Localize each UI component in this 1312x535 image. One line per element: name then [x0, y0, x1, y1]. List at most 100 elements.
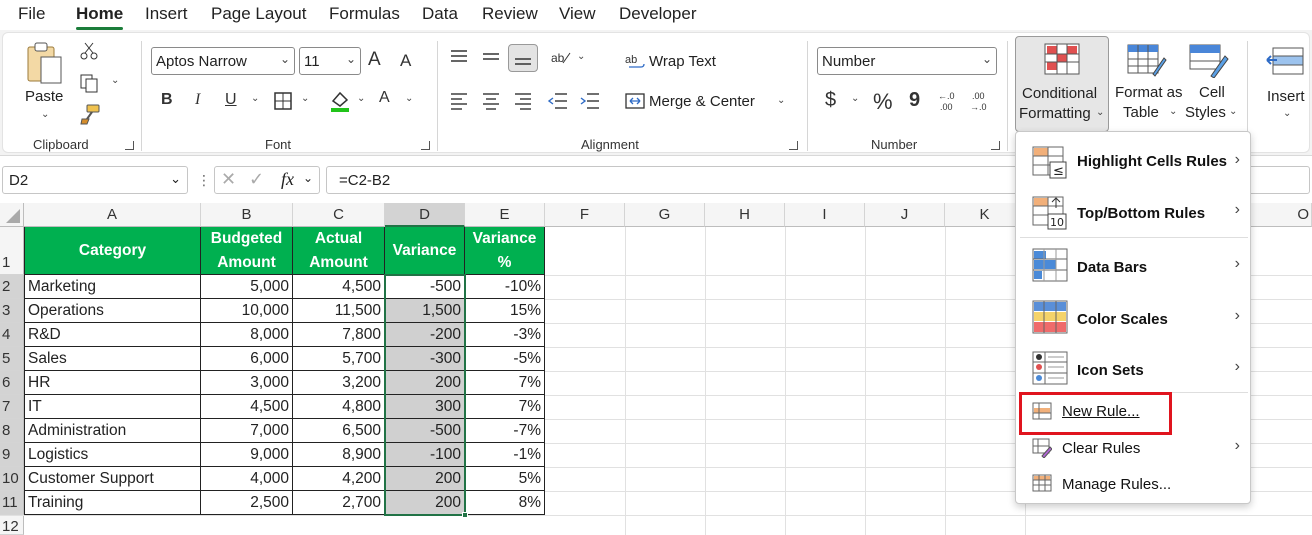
- cell-b8[interactable]: 7,000: [201, 419, 293, 443]
- row-header-1[interactable]: 1: [0, 227, 24, 275]
- paste-icon[interactable]: [25, 41, 65, 87]
- copy-icon[interactable]: [79, 73, 99, 93]
- column-header-b[interactable]: B: [201, 203, 293, 227]
- row-header-5[interactable]: 5: [0, 347, 24, 371]
- merge-center-icon[interactable]: [625, 91, 645, 111]
- cell-b6[interactable]: 3,000: [201, 371, 293, 395]
- align-top-icon[interactable]: [449, 47, 469, 67]
- menu-item-icon-sets[interactable]: Icon Sets ›: [1016, 345, 1250, 393]
- italic-button[interactable]: I: [195, 91, 200, 109]
- column-header-g[interactable]: G: [625, 203, 705, 227]
- insert-function-icon[interactable]: fx: [281, 169, 294, 190]
- format-painter-icon[interactable]: [79, 103, 101, 125]
- font-color-button[interactable]: A: [377, 89, 397, 115]
- cell-a10[interactable]: Customer Support: [25, 467, 201, 491]
- tab-view[interactable]: View: [559, 4, 596, 24]
- align-bottom-icon[interactable]: [508, 44, 538, 72]
- row-header-9[interactable]: 9: [0, 443, 24, 467]
- cell-a3[interactable]: Operations: [25, 299, 201, 323]
- font-name-select[interactable]: Aptos Narrow ⌄: [151, 47, 295, 75]
- conditional-formatting-button[interactable]: Conditional Formatting ⌄: [1015, 36, 1109, 132]
- cell-d6[interactable]: 200: [385, 371, 465, 395]
- percent-button[interactable]: %: [873, 89, 893, 115]
- paste-label[interactable]: Paste: [25, 88, 63, 105]
- cell-b4[interactable]: 8,000: [201, 323, 293, 347]
- row-header-8[interactable]: 8: [0, 419, 24, 443]
- cell-d8[interactable]: -500: [385, 419, 465, 443]
- clipboard-launcher-icon[interactable]: [125, 141, 134, 150]
- cancel-icon[interactable]: ✕: [221, 169, 236, 190]
- decrease-decimal-icon[interactable]: .00 →.0: [969, 89, 995, 113]
- cell-c6[interactable]: 3,200: [293, 371, 385, 395]
- paste-chevron-icon[interactable]: ⌄: [41, 109, 49, 120]
- orientation-chevron-icon[interactable]: ⌄: [577, 51, 585, 62]
- cell-a4[interactable]: R&D: [25, 323, 201, 347]
- header-cell-category[interactable]: Category: [25, 227, 201, 275]
- underline-button[interactable]: U: [225, 91, 237, 109]
- merge-center-button[interactable]: Merge & Center: [649, 93, 755, 110]
- currency-button[interactable]: $: [825, 89, 836, 112]
- align-left-icon[interactable]: [449, 91, 469, 111]
- cell-d10[interactable]: 200: [385, 467, 465, 491]
- wrap-text-icon[interactable]: ab: [625, 51, 645, 71]
- cell-e4[interactable]: -3%: [465, 323, 545, 347]
- increase-decimal-icon[interactable]: ←.0.00: [937, 89, 963, 113]
- number-launcher-icon[interactable]: [991, 141, 1000, 150]
- tab-page-layout[interactable]: Page Layout: [211, 4, 306, 24]
- merge-center-chevron-icon[interactable]: ⌄: [777, 95, 785, 106]
- borders-icon[interactable]: [273, 91, 293, 111]
- cell-c2[interactable]: 4,500: [293, 275, 385, 299]
- tab-insert[interactable]: Insert: [145, 4, 188, 24]
- cell-a2[interactable]: Marketing: [25, 275, 201, 299]
- cell-styles-button[interactable]: Cell Styles ⌄: [1183, 36, 1243, 132]
- tab-home[interactable]: Home: [76, 4, 123, 24]
- row-header-10[interactable]: 10: [0, 467, 24, 491]
- header-cell-variance-pct[interactable]: Variance%: [465, 227, 545, 275]
- cell-d9[interactable]: -100: [385, 443, 465, 467]
- cell-a11[interactable]: Training: [25, 491, 201, 515]
- name-box[interactable]: D2 ⌄: [2, 166, 188, 194]
- orientation-icon[interactable]: ab: [549, 47, 571, 67]
- underline-chevron-icon[interactable]: ⌄: [251, 93, 259, 104]
- cell-d2[interactable]: -500: [385, 275, 465, 299]
- column-header-i[interactable]: I: [785, 203, 865, 227]
- fill-color-icon[interactable]: [329, 89, 351, 113]
- cell-e3[interactable]: 15%: [465, 299, 545, 323]
- cell-b2[interactable]: 5,000: [201, 275, 293, 299]
- comma-button[interactable]: 9: [909, 89, 920, 112]
- cell-c7[interactable]: 4,800: [293, 395, 385, 419]
- row-header-7[interactable]: 7: [0, 395, 24, 419]
- cell-b9[interactable]: 9,000: [201, 443, 293, 467]
- fill-handle[interactable]: [462, 512, 468, 518]
- cell-a5[interactable]: Sales: [25, 347, 201, 371]
- column-header-d[interactable]: D: [385, 203, 465, 227]
- tab-review[interactable]: Review: [482, 4, 538, 24]
- font-launcher-icon[interactable]: [421, 141, 430, 150]
- cell-b11[interactable]: 2,500: [201, 491, 293, 515]
- decrease-indent-icon[interactable]: [547, 91, 569, 111]
- cell-b5[interactable]: 6,000: [201, 347, 293, 371]
- cell-a8[interactable]: Administration: [25, 419, 201, 443]
- menu-item-manage-rules[interactable]: Manage Rules...: [1016, 470, 1250, 500]
- cell-c4[interactable]: 7,800: [293, 323, 385, 347]
- column-header-h[interactable]: H: [705, 203, 785, 227]
- decrease-font-icon[interactable]: A: [400, 51, 411, 71]
- cell-e5[interactable]: -5%: [465, 347, 545, 371]
- column-header-f[interactable]: F: [545, 203, 625, 227]
- cell-c3[interactable]: 11,500: [293, 299, 385, 323]
- column-header-e[interactable]: E: [465, 203, 545, 227]
- cell-c10[interactable]: 4,200: [293, 467, 385, 491]
- cell-c8[interactable]: 6,500: [293, 419, 385, 443]
- bold-button[interactable]: B: [161, 91, 173, 109]
- row-header-12[interactable]: 12: [0, 515, 24, 535]
- cell-e2[interactable]: -10%: [465, 275, 545, 299]
- font-size-select[interactable]: 11 ⌄: [299, 47, 361, 75]
- cell-a9[interactable]: Logistics: [25, 443, 201, 467]
- tab-file[interactable]: File: [18, 4, 45, 24]
- align-middle-icon[interactable]: [481, 47, 501, 67]
- column-header-k[interactable]: K: [945, 203, 1025, 227]
- row-header-4[interactable]: 4: [0, 323, 24, 347]
- align-right-icon[interactable]: [513, 91, 533, 111]
- cell-d7[interactable]: 300: [385, 395, 465, 419]
- row-header-2[interactable]: 2: [0, 275, 24, 299]
